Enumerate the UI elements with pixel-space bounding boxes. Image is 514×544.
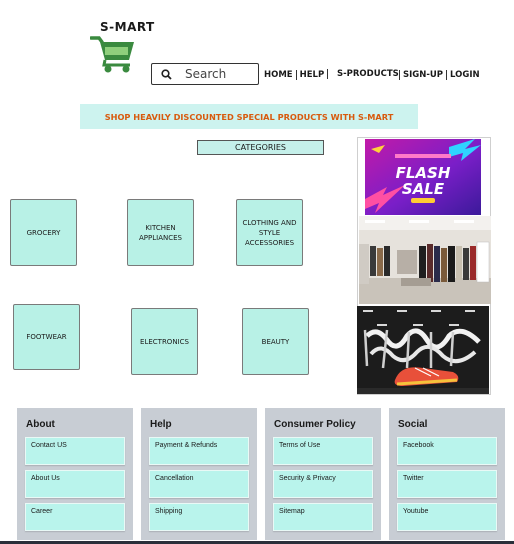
footer-link-cancellation[interactable]: Cancellation: [149, 470, 249, 498]
flash-sale-image[interactable]: FLASH SALE: [365, 139, 481, 215]
nav-divider: [399, 70, 400, 80]
footer-link-facebook[interactable]: Facebook: [397, 437, 497, 465]
footer-column-help: Help Payment & Refunds Cancellation Ship…: [141, 408, 257, 540]
nav-login[interactable]: LOGIN: [450, 70, 480, 80]
category-clothing[interactable]: CLOTHING AND STYLE ACCESSORIES: [236, 199, 303, 266]
cart-logo-icon[interactable]: [90, 32, 136, 74]
nav-divider: [295, 70, 297, 80]
nav-divider: [446, 70, 448, 80]
promo-banner[interactable]: SHOP HEAVILY DISCOUNTED SPECIAL PRODUCTS…: [80, 104, 418, 129]
footer-link-twitter[interactable]: Twitter: [397, 470, 497, 498]
category-electronics[interactable]: ELECTRONICS: [131, 308, 198, 375]
search-box[interactable]: [151, 63, 259, 85]
footer-title-about: About: [26, 419, 55, 430]
footer-title-help: Help: [150, 419, 172, 430]
category-footwear[interactable]: FOOTWEAR: [13, 304, 80, 370]
category-beauty[interactable]: BEAUTY: [242, 308, 309, 375]
nav-home[interactable]: HOME: [264, 70, 293, 80]
flash-sale-line2: SALE: [402, 180, 445, 198]
footer-link-shipping[interactable]: Shipping: [149, 503, 249, 531]
footer-title-social: Social: [398, 419, 428, 430]
footer-link-contact-us[interactable]: Contact US: [25, 437, 125, 465]
nav-divider: [327, 69, 328, 79]
search-icon: [161, 68, 172, 80]
footer-column-consumer-policy: Consumer Policy Terms of Use Security & …: [265, 408, 381, 540]
nav-bar: HOME HELP: [264, 70, 324, 80]
footer-column-social: Social Facebook Twitter Youtube: [389, 408, 505, 540]
footer-link-security-privacy[interactable]: Security & Privacy: [273, 470, 373, 498]
nav-s-products[interactable]: S-PRODUCTS: [337, 69, 399, 79]
categories-heading[interactable]: CATEGORIES: [197, 140, 324, 155]
footer-link-terms-of-use[interactable]: Terms of Use: [273, 437, 373, 465]
category-kitchen-appliances[interactable]: KITCHEN APPLIANCES: [127, 199, 194, 266]
search-input[interactable]: [185, 67, 249, 81]
footer-link-career[interactable]: Career: [25, 503, 125, 531]
footer-title-consumer-policy: Consumer Policy: [274, 419, 356, 430]
category-grocery[interactable]: GROCERY: [10, 199, 77, 266]
footer-link-youtube[interactable]: Youtube: [397, 503, 497, 531]
footer-link-sitemap[interactable]: Sitemap: [273, 503, 373, 531]
footer-link-about-us[interactable]: About Us: [25, 470, 125, 498]
sneaker-image[interactable]: [357, 306, 489, 394]
clothing-store-image[interactable]: [359, 216, 491, 304]
nav-sign-up[interactable]: SIGN-UP: [403, 70, 443, 80]
nav-account: SIGN-UP LOGIN: [399, 70, 480, 80]
nav-help[interactable]: HELP: [300, 70, 325, 80]
footer-column-about: About Contact US About Us Career: [17, 408, 133, 540]
footer-link-payment-refunds[interactable]: Payment & Refunds: [149, 437, 249, 465]
